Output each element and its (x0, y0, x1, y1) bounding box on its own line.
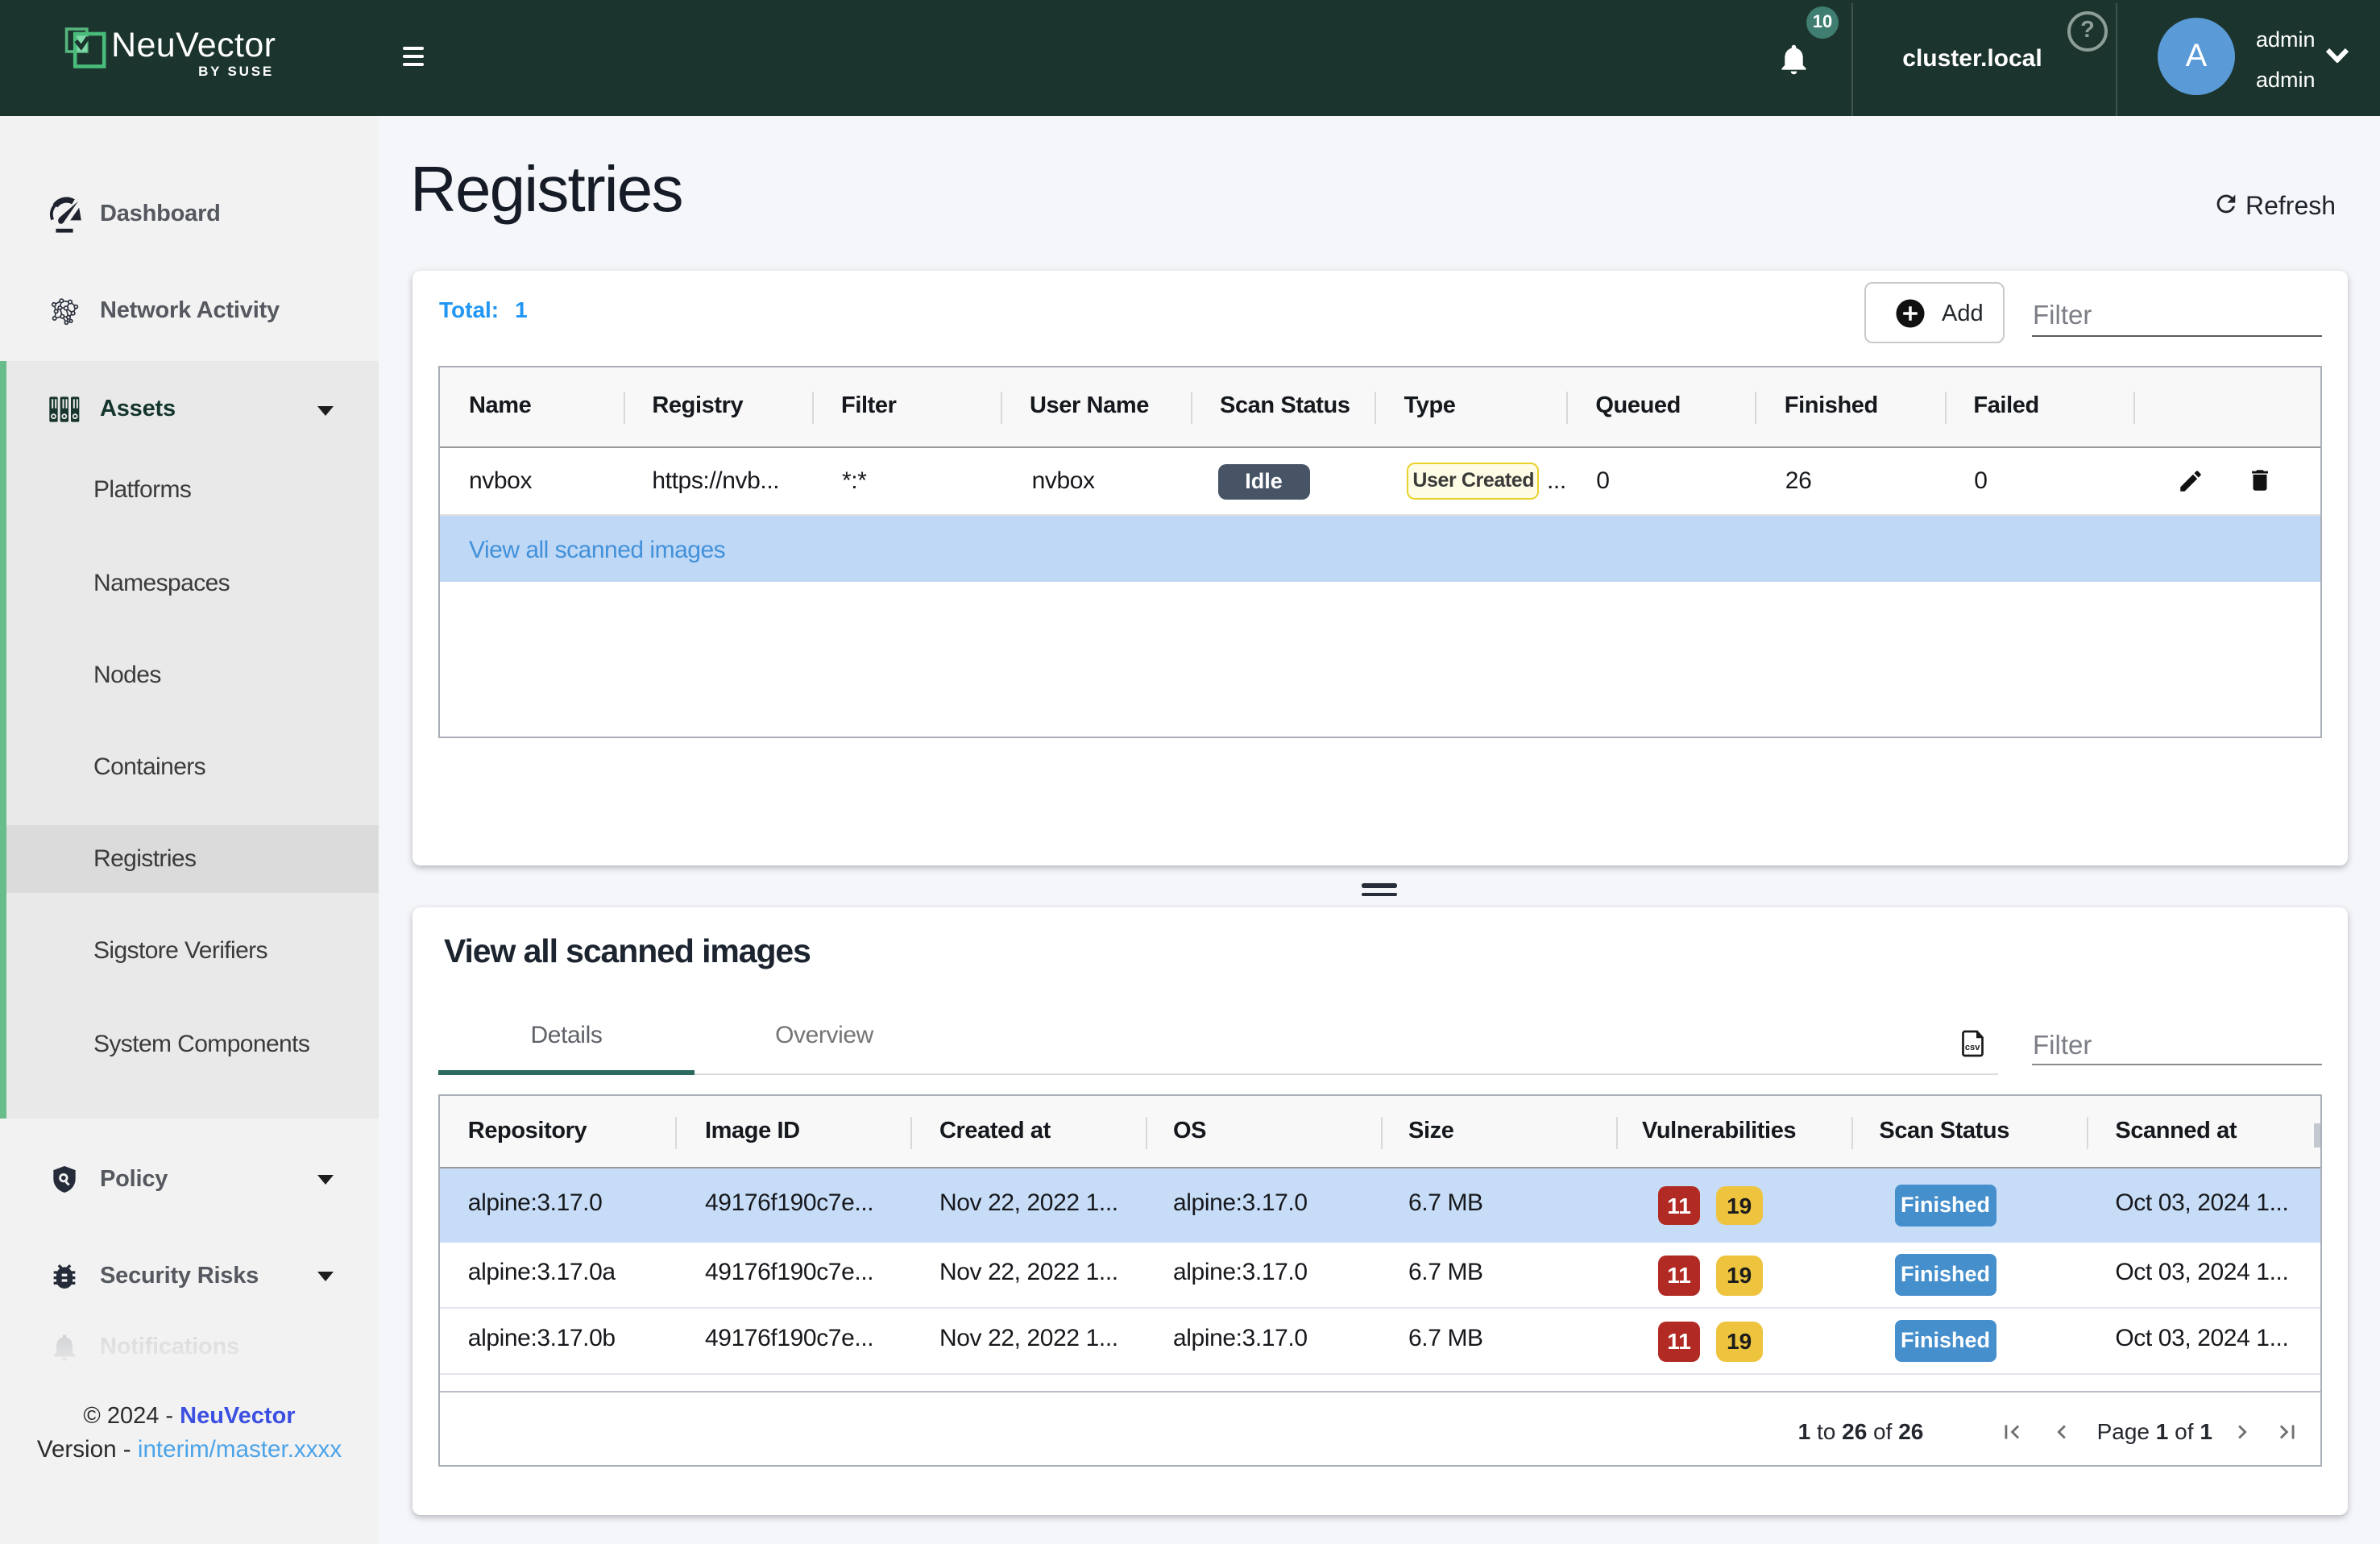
svg-text:csv: csv (1964, 1042, 1980, 1052)
